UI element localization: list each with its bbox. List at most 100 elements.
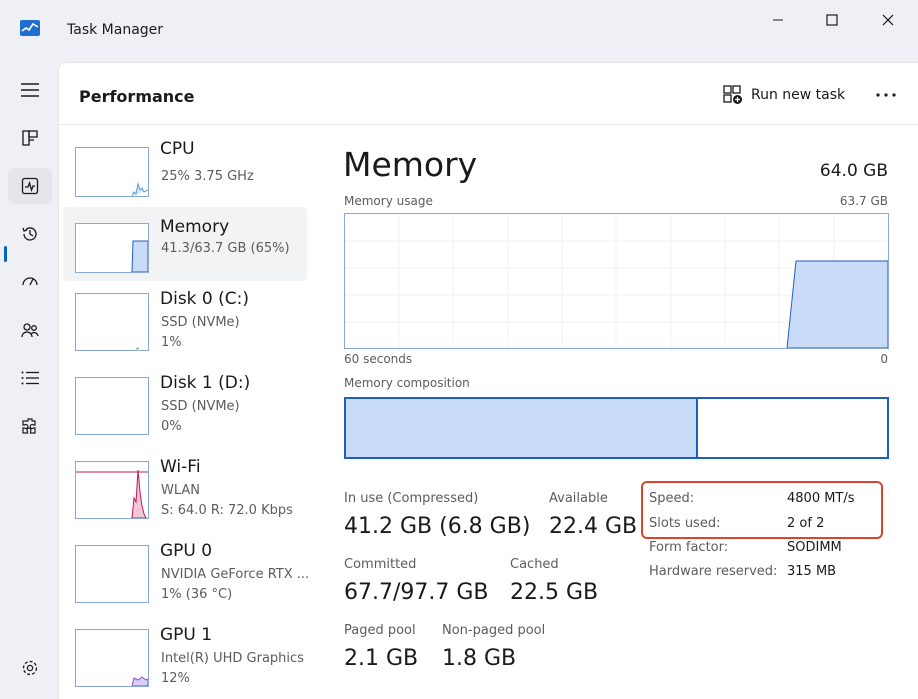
device-item-wifi[interactable]: Wi-Fi WLAN S: 64.0 R: 72.0 Kbps <box>63 457 307 531</box>
close-icon <box>882 14 894 26</box>
task-manager-app-icon <box>20 20 40 36</box>
slots-used-value: 2 of 2 <box>787 516 825 531</box>
non-paged-pool-label: Non-paged pool <box>442 623 546 638</box>
gpu-1-thumbnail-graph <box>75 629 149 687</box>
hardware-reserved-label: Hardware reserved: <box>649 564 778 579</box>
hardware-reserved-value: 315 MB <box>787 564 837 579</box>
nav-performance[interactable] <box>8 168 52 204</box>
more-options-button[interactable] <box>873 83 899 107</box>
run-new-task-icon <box>723 85 742 104</box>
device-detail: NVIDIA GeForce RTX ... <box>161 567 310 582</box>
form-factor-value: SODIMM <box>787 540 842 555</box>
memory-composition-label: Memory composition <box>344 376 470 390</box>
page-title: Performance <box>79 87 195 106</box>
memory-usage-max: 63.7 GB <box>839 194 888 208</box>
device-utilization: 1% <box>161 335 182 350</box>
disk-0-thumbnail-graph <box>75 293 149 351</box>
performance-icon <box>21 177 39 195</box>
services-icon <box>22 418 36 434</box>
committed-label: Committed <box>344 557 417 572</box>
device-item-cpu[interactable]: CPU 25% 3.75 GHz <box>63 139 307 213</box>
device-utilization: 0% <box>161 419 182 434</box>
close-button[interactable] <box>876 10 900 30</box>
memory-total-capacity: 64.0 GB <box>819 161 888 181</box>
in-use-value: 41.2 GB (6.8 GB) <box>344 514 531 539</box>
title-bar: Task Manager <box>0 0 918 62</box>
device-detail: 25% 3.75 GHz <box>161 169 254 184</box>
form-factor-label: Form factor: <box>649 540 729 555</box>
run-new-task-button[interactable]: Run new task <box>723 83 845 107</box>
device-detail: SSD (NVMe) <box>161 399 240 414</box>
device-name: Disk 1 (D:) <box>160 373 251 393</box>
available-label: Available <box>549 491 608 506</box>
maximize-icon <box>826 14 838 26</box>
memory-composition-bar <box>344 397 889 459</box>
wifi-thumbnail-graph <box>75 461 149 519</box>
device-name: Wi-Fi <box>160 457 201 477</box>
minimize-icon <box>773 19 783 21</box>
speed-label: Speed: <box>649 491 695 506</box>
device-name: GPU 1 <box>160 625 213 645</box>
run-new-task-label: Run new task <box>751 87 846 103</box>
gpu-0-thumbnail-graph <box>75 545 149 603</box>
device-name: CPU <box>160 139 195 159</box>
memory-usage-area <box>786 260 889 349</box>
device-item-gpu-0[interactable]: GPU 0 NVIDIA GeForce RTX ... 1% (36 °C) <box>63 541 310 615</box>
device-detail: WLAN <box>161 483 201 498</box>
device-name: Memory <box>160 217 230 237</box>
active-indicator <box>4 246 7 262</box>
device-item-gpu-1[interactable]: GPU 1 Intel(R) UHD Graphics 12% <box>63 625 307 699</box>
paged-pool-label: Paged pool <box>344 623 416 638</box>
processes-icon <box>22 130 38 146</box>
navigation-rail <box>0 62 58 699</box>
disk-1-thumbnail-graph <box>75 377 149 435</box>
settings-icon <box>22 660 38 676</box>
device-item-memory[interactable]: Memory 41.3/63.7 GB (65%) <box>63 207 307 281</box>
in-use-label: In use (Compressed) <box>344 491 479 506</box>
memory-heading: Memory <box>343 145 478 184</box>
device-item-disk-0[interactable]: Disk 0 (C:) SSD (NVMe) 1% <box>63 289 307 363</box>
nav-app-history[interactable] <box>8 216 52 252</box>
device-name: GPU 0 <box>160 541 213 561</box>
users-icon <box>21 323 39 338</box>
content-panel: Performance Run new task CPU 25% 3.75 GH… <box>58 62 918 699</box>
memory-usage-label: Memory usage <box>344 194 433 208</box>
available-value: 22.4 GB <box>549 514 638 539</box>
device-throughput: S: 64.0 R: 72.0 Kbps <box>161 503 293 518</box>
memory-usage-graph <box>344 213 889 349</box>
nav-services[interactable] <box>8 408 52 444</box>
slots-used-label: Slots used: <box>649 516 721 531</box>
device-detail: Intel(R) UHD Graphics <box>161 651 304 666</box>
graph-time-span-label: 60 seconds <box>344 352 413 366</box>
speed-value: 4800 MT/s <box>787 491 855 506</box>
device-name: Disk 0 (C:) <box>160 289 250 309</box>
non-paged-pool-value: 1.8 GB <box>442 646 517 671</box>
cached-value: 22.5 GB <box>510 580 599 605</box>
device-detail: 41.3/63.7 GB (65%) <box>161 241 290 256</box>
maximize-button[interactable] <box>820 10 844 30</box>
nav-users[interactable] <box>8 312 52 348</box>
details-icon <box>21 371 39 385</box>
window-title: Task Manager <box>67 22 164 38</box>
nav-processes[interactable] <box>8 120 52 156</box>
app-history-icon <box>22 227 37 241</box>
device-item-disk-1[interactable]: Disk 1 (D:) SSD (NVMe) 0% <box>63 373 307 447</box>
memory-thumbnail-graph <box>75 223 149 273</box>
minimize-button[interactable] <box>766 10 790 30</box>
paged-pool-value: 2.1 GB <box>344 646 419 671</box>
nav-menu-button[interactable] <box>8 72 52 108</box>
device-detail: SSD (NVMe) <box>161 315 240 330</box>
cpu-thumbnail-graph <box>75 147 149 197</box>
menu-icon <box>21 83 39 97</box>
nav-settings[interactable] <box>8 650 52 686</box>
memory-in-use-segment <box>346 399 698 457</box>
nav-details[interactable] <box>8 360 52 396</box>
device-utilization: 12% <box>161 671 190 686</box>
cached-label: Cached <box>510 557 559 572</box>
nav-startup-apps[interactable] <box>8 264 52 300</box>
more-options-icon <box>876 93 896 97</box>
graph-time-end-label: 0 <box>880 352 888 366</box>
device-utilization: 1% (36 °C) <box>161 587 233 602</box>
committed-value: 67.7/97.7 GB <box>344 580 489 605</box>
startup-apps-icon <box>22 277 38 286</box>
